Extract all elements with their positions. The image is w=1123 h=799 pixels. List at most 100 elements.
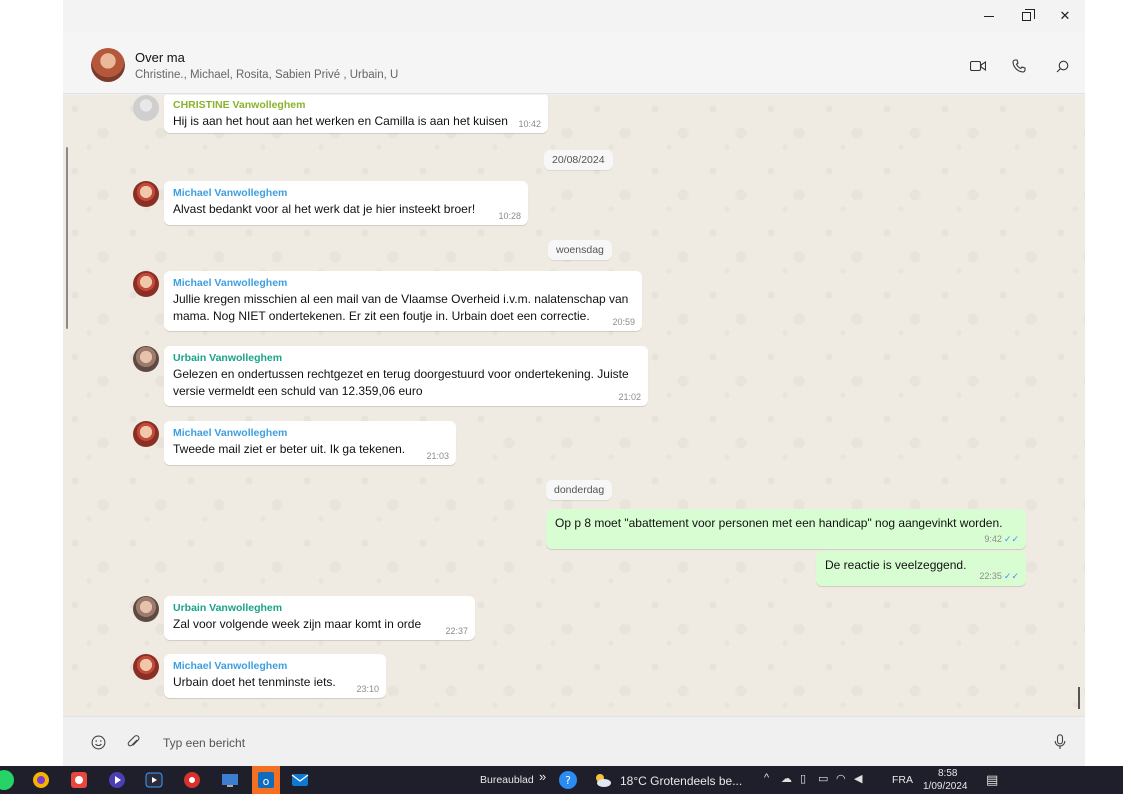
message-text: Alvast bedankt voor al het werk dat je h… <box>173 202 476 216</box>
help-icon[interactable]: ? <box>559 771 577 789</box>
read-ticks-icon: ✓✓ <box>1003 534 1019 544</box>
message-time: 21:02 <box>618 392 641 402</box>
desktop-toolbar-label[interactable]: Bureaublad <box>480 774 534 786</box>
read-ticks-icon: ✓✓ <box>1003 571 1019 581</box>
avatar-michael[interactable] <box>133 654 159 680</box>
message-incoming[interactable]: CHRISTINE Vanwolleghem Hij is aan het ho… <box>164 95 548 133</box>
emoji-icon <box>91 735 105 749</box>
message-list[interactable]: CHRISTINE Vanwolleghem Hij is aan het ho… <box>63 95 1085 716</box>
message-sender[interactable]: Urbain Vanwolleghem <box>173 602 467 614</box>
pdf-taskbar-icon[interactable] <box>182 770 202 790</box>
message-text: Hij is aan het hout aan het werken en Ca… <box>173 114 508 128</box>
message-incoming[interactable]: Michael Vanwolleghem Jullie kregen missc… <box>164 271 642 331</box>
message-sender[interactable]: Michael Vanwolleghem <box>173 660 378 672</box>
message-time: 10:28 <box>498 211 521 221</box>
mail-taskbar-icon[interactable] <box>290 770 310 790</box>
weather-label[interactable]: 18°C Grotendeels be... <box>620 774 742 788</box>
tray-overflow-icon[interactable]: ^ <box>764 772 769 784</box>
emoji-button[interactable] <box>89 733 107 751</box>
message-sender[interactable]: Urbain Vanwolleghem <box>173 352 640 364</box>
message-sender[interactable]: Michael Vanwolleghem <box>173 187 520 199</box>
video-icon <box>970 60 986 72</box>
message-outgoing[interactable]: De reactie is veelzeggend. 22:35 ✓✓ <box>816 551 1026 586</box>
message-composer <box>63 716 1085 766</box>
video-app-taskbar-icon[interactable] <box>144 770 164 790</box>
message-incoming[interactable]: Michael Vanwolleghem Alvast bedankt voor… <box>164 181 528 225</box>
message-time: 20:59 <box>612 317 635 327</box>
clock-time[interactable]: 8:58 <box>938 768 957 779</box>
media-player-taskbar-icon[interactable] <box>107 770 127 790</box>
volume-icon[interactable]: ◀ <box>854 772 862 785</box>
brave-taskbar-icon[interactable] <box>31 770 51 790</box>
taskbar: o Bureaublad » ? 18°C Grotendeels be... … <box>0 766 1123 794</box>
date-separator: woensdag <box>548 240 612 260</box>
message-time: 9:42 ✓✓ <box>984 534 1019 544</box>
voice-message-button[interactable] <box>1051 733 1069 751</box>
avatar-michael[interactable] <box>133 421 159 447</box>
notification-icon[interactable]: ▤ <box>986 772 998 788</box>
maximize-button[interactable] <box>1006 0 1046 32</box>
message-sender[interactable]: Michael Vanwolleghem <box>173 427 448 439</box>
chevron-right-icon[interactable]: » <box>539 769 546 784</box>
scrollbar-thumb[interactable] <box>66 147 68 329</box>
date-separator: donderdag <box>546 480 613 500</box>
desktop: ✕ Over ma Christine., Michael, Rosita, S… <box>0 0 1123 794</box>
attach-button[interactable] <box>125 733 143 751</box>
message-outgoing[interactable]: Op p 8 moet "abattement voor personen me… <box>546 509 1026 549</box>
message-incoming[interactable]: Urbain Vanwolleghem Zal voor volgende we… <box>164 596 475 640</box>
chat-title[interactable]: Over ma <box>135 50 185 65</box>
microphone-icon <box>1054 734 1066 749</box>
device-icon[interactable]: ▯ <box>800 772 806 785</box>
paperclip-icon <box>127 734 140 746</box>
close-icon: ✕ <box>1059 8 1071 23</box>
restore-icon <box>1021 8 1035 21</box>
message-time: 22:37 <box>445 626 468 636</box>
avatar-michael[interactable] <box>133 271 159 297</box>
message-text: Op p 8 moet "abattement voor personen me… <box>555 516 1003 530</box>
language-indicator[interactable]: FRA <box>892 774 913 786</box>
message-text-line: mama. Nog NIET ondertekenen. Er zit een … <box>173 309 590 323</box>
chat-header[interactable]: Over ma Christine., Michael, Rosita, Sab… <box>63 32 1085 94</box>
svg-text:o: o <box>263 775 270 788</box>
scrollbar-indicator[interactable] <box>1078 687 1080 709</box>
avatar-urbain[interactable] <box>133 346 159 372</box>
onedrive-icon[interactable]: ☁ <box>781 772 792 785</box>
message-incoming[interactable]: Michael Vanwolleghem Tweede mail ziet er… <box>164 421 456 465</box>
close-button[interactable]: ✕ <box>1045 0 1085 32</box>
whatsapp-taskbar-icon[interactable] <box>0 770 14 790</box>
minimize-icon <box>984 15 994 17</box>
remote-desktop-taskbar-icon[interactable] <box>220 770 240 790</box>
search-icon <box>1056 60 1068 72</box>
message-incoming[interactable]: Urbain Vanwolleghem Gelezen en ondertuss… <box>164 346 648 406</box>
message-time: 23:10 <box>356 684 379 694</box>
message-text: Zal voor volgende week zijn maar komt in… <box>173 617 422 631</box>
google-taskbar-icon[interactable] <box>69 770 89 790</box>
minimize-button[interactable] <box>969 0 1009 32</box>
active-app-indicator[interactable]: o <box>252 766 280 794</box>
message-sender[interactable]: CHRISTINE Vanwolleghem <box>173 99 540 111</box>
avatar-christine[interactable] <box>133 95 159 121</box>
search-button[interactable] <box>1052 56 1072 76</box>
message-time: 21:03 <box>426 451 449 461</box>
chat-members: Christine., Michael, Rosita, Sabien Priv… <box>135 69 399 81</box>
avatar-urbain[interactable] <box>133 596 159 622</box>
message-text-line: Gelezen en ondertussen rechtgezet en ter… <box>173 367 629 381</box>
phone-icon <box>1012 59 1026 73</box>
message-text-line: versie vermeldt een schuld van 12.359,06… <box>173 384 423 398</box>
message-incoming[interactable]: Michael Vanwolleghem Urbain doet het ten… <box>164 654 386 698</box>
message-text: Urbain doet het tenminste iets. <box>173 675 336 689</box>
battery-icon[interactable]: ▭ <box>818 772 828 785</box>
message-input[interactable] <box>163 733 1023 753</box>
voice-call-button[interactable] <box>1009 56 1029 76</box>
svg-text:?: ? <box>565 774 571 787</box>
avatar-michael[interactable] <box>133 181 159 207</box>
weather-icon[interactable] <box>592 772 612 788</box>
clock-date[interactable]: 1/09/2024 <box>923 781 968 792</box>
group-avatar[interactable] <box>91 48 125 82</box>
message-text: Tweede mail ziet er beter uit. Ik ga tek… <box>173 442 406 456</box>
message-time: 10:42 <box>518 119 541 129</box>
message-text-line: Jullie kregen misschien al een mail van … <box>173 292 629 306</box>
message-sender[interactable]: Michael Vanwolleghem <box>173 277 634 289</box>
wifi-icon[interactable]: ◠ <box>836 772 846 785</box>
video-call-button[interactable] <box>968 56 988 76</box>
